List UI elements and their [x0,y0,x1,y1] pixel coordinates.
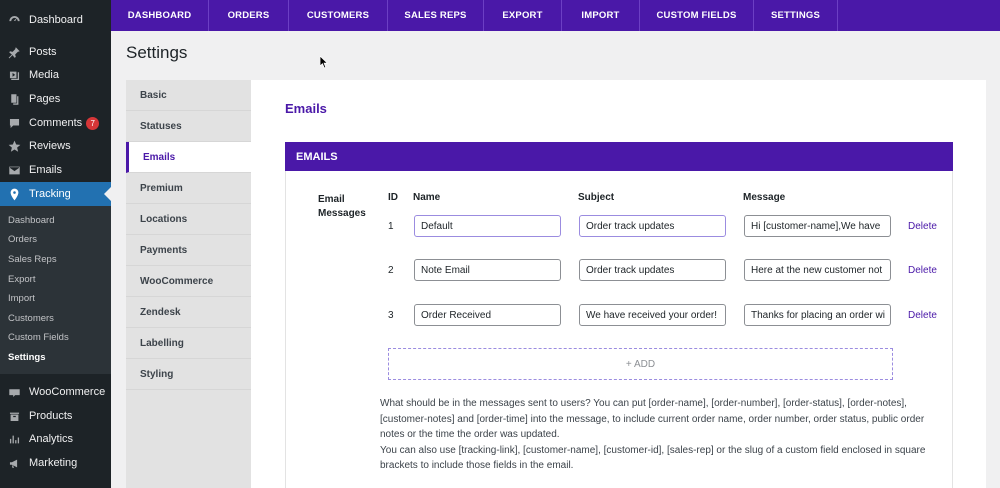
tab-labelling[interactable]: Labelling [126,328,251,359]
nav-settings[interactable]: SETTINGS [754,0,838,31]
active-menu-arrow [104,187,111,201]
tab-statuses[interactable]: Statuses [126,111,251,142]
nav-custom-fields[interactable]: CUSTOM FIELDS [640,0,754,31]
wp-menu-label: Pages [29,93,61,105]
products-icon [7,409,21,423]
delete-row-button[interactable]: Delete [908,265,937,276]
nav-export[interactable]: EXPORT [484,0,562,31]
analytics-icon [7,432,21,446]
location-icon [7,187,21,201]
wp-menu-tracking[interactable]: Tracking [0,182,111,206]
wp-menu-comments[interactable]: Comments 7 [0,111,111,135]
add-email-button[interactable]: + ADD [388,348,893,380]
wp-menu-label: Reviews [29,140,71,152]
help-text-placeholders: What should be in the messages sent to u… [380,398,925,440]
wp-menu-posts[interactable]: Posts [0,40,111,64]
tab-woocommerce[interactable]: WooCommerce [126,266,251,297]
plugin-top-nav: DASHBOARD ORDERS CUSTOMERS SALES REPS EX… [111,0,1000,31]
email-message-input[interactable]: Here at the new customer not [744,259,891,281]
nav-orders[interactable]: ORDERS [209,0,289,31]
row-id: 3 [388,310,394,321]
help-text-extra-fields: You can also use [tracking-link], [custo… [380,444,926,472]
dashboard-icon [7,13,21,27]
tab-styling[interactable]: Styling [126,359,251,390]
tab-payments[interactable]: Payments [126,235,251,266]
column-header-message: Message [743,192,786,203]
email-message-input[interactable]: Hi [customer-name],We have [744,215,891,237]
column-header-id: ID [388,192,398,203]
delete-row-button[interactable]: Delete [908,310,937,321]
wp-menu-label: WooCommerce [29,386,106,398]
wp-menu-reviews[interactable]: Reviews [0,134,111,158]
settings-tabs: Basic Statuses Emails Premium Locations … [126,80,251,488]
wp-menu-label: Products [29,410,73,422]
help-text: What should be in the messages sent to u… [380,396,946,474]
mouse-cursor-icon [319,55,329,74]
woocommerce-icon [7,385,21,399]
email-name-input[interactable]: Default [414,215,561,237]
email-subject-input[interactable]: Order track updates [579,259,726,281]
emails-panel-header: EMAILS [285,142,953,171]
wp-submenu-export[interactable]: Export [8,274,35,285]
comments-count-badge: 7 [86,116,100,130]
wp-submenu-customers[interactable]: Customers [8,313,54,324]
wp-menu-label: Marketing [29,457,78,469]
nav-customers[interactable]: CUSTOMERS [289,0,388,31]
column-header-subject: Subject [578,192,615,203]
nav-sales-reps[interactable]: SALES REPS [388,0,484,31]
wp-submenu-orders[interactable]: Orders [8,234,37,245]
wp-menu-woocommerce[interactable]: WooCommerce [0,380,111,404]
wp-menu-emails[interactable]: Emails [0,158,111,182]
wp-menu-media[interactable]: Media [0,63,111,87]
wp-menu-label: Comments [29,117,83,129]
comments-icon [7,116,21,130]
email-messages-label: Email Messages [318,194,366,219]
wp-menu-label: Dashboard [29,14,83,26]
pin-icon [7,45,21,59]
delete-row-button[interactable]: Delete [908,221,937,232]
tab-zendesk[interactable]: Zendesk [126,297,251,328]
nav-import[interactable]: IMPORT [562,0,640,31]
wp-menu-label: Analytics [29,433,74,445]
tab-basic[interactable]: Basic [126,80,251,111]
tab-locations[interactable]: Locations [126,204,251,235]
email-name-input[interactable]: Order Received [414,304,561,326]
wp-submenu-dashboard[interactable]: Dashboard [8,215,54,226]
wp-submenu-sales-reps[interactable]: Sales Reps [8,254,57,265]
row-id: 1 [388,221,394,232]
email-subject-input[interactable]: We have received your order! [579,304,726,326]
wp-menu-pages[interactable]: Pages [0,87,111,111]
wp-menu-products[interactable]: Products [0,404,111,428]
wp-admin-sidebar: Dashboard Posts Media Pages Comments 7 R… [0,0,111,488]
email-name-input[interactable]: Note Email [414,259,561,281]
section-heading: Emails [285,101,327,116]
wp-submenu: Dashboard Orders Sales Reps Export Impor… [0,206,111,374]
wp-menu-label: Media [29,69,59,81]
wp-menu-label: Posts [29,46,57,58]
nav-dashboard[interactable]: DASHBOARD [111,0,209,31]
wp-menu-label: Tracking [29,188,71,200]
wp-menu-marketing[interactable]: Marketing [0,451,111,475]
tab-emails[interactable]: Emails [126,142,251,173]
wp-submenu-settings[interactable]: Settings [8,352,45,363]
media-icon [7,68,21,82]
megaphone-icon [7,456,21,470]
row-id: 2 [388,265,394,276]
star-icon [7,139,21,153]
wp-menu-label: Emails [29,164,63,176]
email-message-input[interactable]: Thanks for placing an order wi [744,304,891,326]
wp-submenu-import[interactable]: Import [8,293,35,304]
page-title: Settings [126,43,188,62]
tab-premium[interactable]: Premium [126,173,251,204]
column-header-name: Name [413,192,441,203]
mail-icon [7,163,21,177]
pages-icon [7,92,21,106]
email-subject-input[interactable]: Order track updates [579,215,726,237]
wp-menu-analytics[interactable]: Analytics [0,427,111,451]
wp-menu-dashboard[interactable]: Dashboard [0,8,111,32]
wp-submenu-custom-fields[interactable]: Custom Fields [8,332,69,343]
